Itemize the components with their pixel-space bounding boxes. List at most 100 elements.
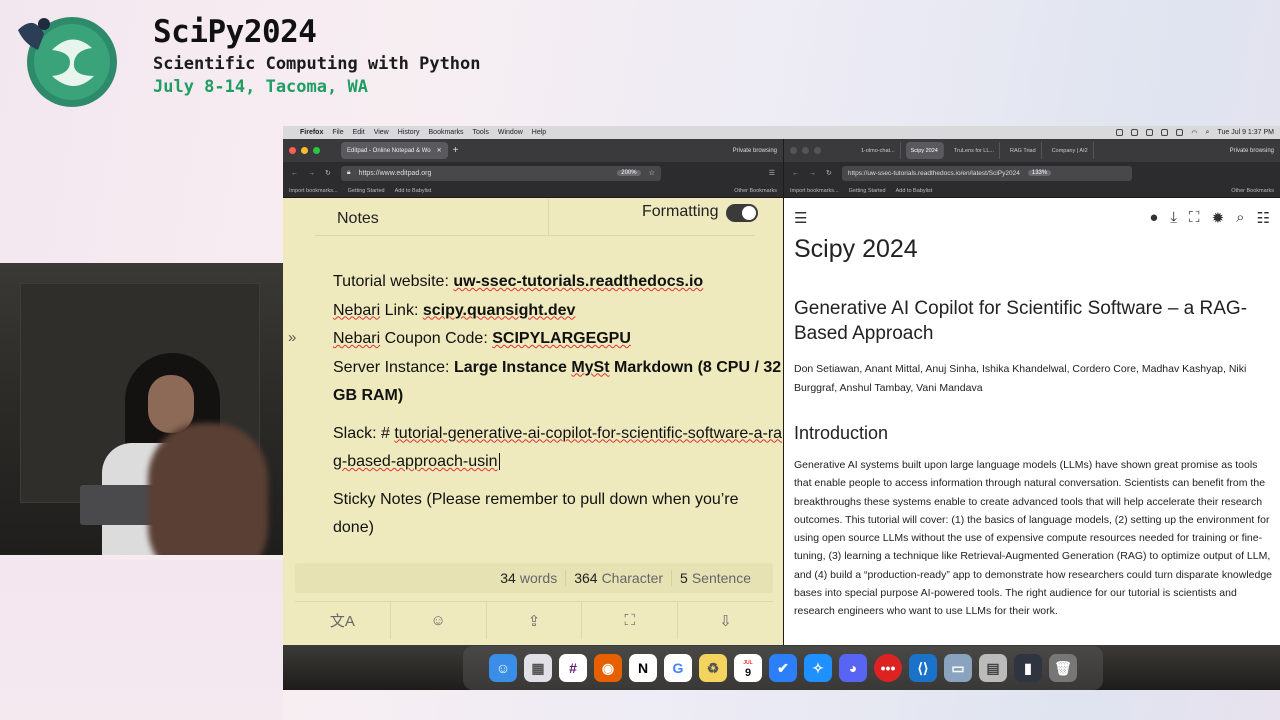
files-icon[interactable]: ▤	[979, 654, 1007, 682]
status-icon[interactable]	[1131, 129, 1139, 136]
menu-help[interactable]: Help	[532, 129, 546, 136]
recycle-icon[interactable]: ♻	[699, 654, 727, 682]
bookmark-item[interactable]: Getting Started	[849, 188, 886, 194]
search-icon[interactable]: ⌕	[1206, 129, 1210, 137]
tab-title: Editpad - Online Notepad & Wo	[347, 147, 431, 154]
slack-icon[interactable]: #	[559, 654, 587, 682]
download-icon[interactable]: ⇩	[677, 602, 773, 639]
wifi-icon[interactable]: ◠	[1191, 129, 1197, 137]
right-nav-bar: ← → ↻ https://uw-ssec-tutorials.readthed…	[784, 162, 1280, 184]
chrome-icon[interactable]: G	[664, 654, 692, 682]
notion-icon[interactable]: N	[629, 654, 657, 682]
status-icon[interactable]	[1116, 129, 1124, 136]
firefox-icon[interactable]: ◉	[594, 654, 622, 682]
tab-scipy[interactable]: Scipy 2024	[905, 142, 944, 159]
menu-bookmarks[interactable]: Bookmarks	[429, 129, 464, 136]
new-tab-icon[interactable]: +	[453, 145, 459, 156]
tab-company[interactable]: Company | AI2	[1047, 142, 1094, 159]
url-bar[interactable]: 🔒︎ https://www.editpad.org 200% ☆	[340, 165, 661, 181]
menu-edit[interactable]: Edit	[353, 129, 365, 136]
launchpad-icon[interactable]: ▦	[524, 654, 552, 682]
status-icon[interactable]	[1161, 129, 1169, 136]
other-bookmarks[interactable]: Other Bookmarks	[734, 188, 783, 194]
menu-window[interactable]: Window	[498, 129, 523, 136]
close-window-button[interactable]	[790, 147, 797, 154]
upload-icon[interactable]: ⇪	[485, 602, 582, 639]
terminal-icon[interactable]: ▮	[1014, 654, 1042, 682]
tab-rag-triad[interactable]: RAG Triad	[1005, 142, 1042, 159]
tab-olmo[interactable]: 1-olmo-chat...	[856, 142, 901, 159]
url-bar[interactable]: https://uw-ssec-tutorials.readthedocs.io…	[841, 165, 1132, 181]
bookmark-item[interactable]: Add to Babylist	[896, 188, 933, 194]
note-line: Server Instance: Large Instance MySt Mar…	[333, 358, 782, 405]
bookmark-item[interactable]: Add to Babylist	[395, 188, 432, 194]
scipy-logo	[18, 17, 117, 107]
formatting-toggle[interactable]	[726, 204, 758, 222]
expand-sidebar-icon[interactable]: »	[288, 329, 296, 346]
fullscreen-icon[interactable]: ⛶	[581, 602, 677, 639]
tab-editpad[interactable]: Editpad - Online Notepad & Wo ✕	[341, 142, 448, 159]
zoom-level[interactable]: 133%	[1027, 170, 1052, 176]
close-window-button[interactable]	[289, 147, 296, 154]
editor-toolbar: 文A ☺ ⇪ ⛶ ⇩	[295, 601, 773, 639]
trash-icon[interactable]: 🗑︎	[1049, 654, 1077, 682]
status-icon[interactable]	[1176, 129, 1184, 136]
other-bookmarks[interactable]: Other Bookmarks	[1231, 188, 1280, 194]
status-icon[interactable]	[1146, 129, 1154, 136]
reload-icon[interactable]: ↻	[325, 169, 331, 177]
left-nav-bar: ← → ↻ 🔒︎ https://www.editpad.org 200% ☆ …	[283, 162, 783, 184]
note-line: Slack: # tutorial-generative-ai-copilot-…	[333, 424, 783, 470]
conference-subtitle: Scientific Computing with Python	[153, 54, 481, 74]
dots-app-icon[interactable]: •••	[874, 654, 902, 682]
extensions-icon[interactable]: ☰	[769, 169, 775, 177]
tab-trulens[interactable]: TruLens for LL...	[949, 142, 1000, 159]
notes-editor[interactable]: Tutorial website: uw-ssec-tutorials.read…	[333, 268, 783, 543]
coupon-code: SCIPYLARGEGPU	[492, 330, 631, 347]
maximize-window-button[interactable]	[313, 147, 320, 154]
right-tab-bar: 1-olmo-chat... Scipy 2024 TruLens for LL…	[784, 139, 1280, 162]
reload-icon[interactable]: ↻	[826, 169, 832, 177]
menu-tools[interactable]: Tools	[473, 129, 489, 136]
maximize-window-button[interactable]	[814, 147, 821, 154]
star-icon[interactable]: ☆	[649, 169, 655, 177]
zoom-level[interactable]: 200%	[617, 170, 641, 176]
menu-icon[interactable]: ☰	[794, 209, 807, 227]
private-browsing-label: Private browsing	[1229, 147, 1274, 154]
github-icon[interactable]: ●	[1149, 209, 1158, 227]
toc-icon[interactable]: ☷	[1257, 209, 1270, 227]
menu-file[interactable]: File	[332, 129, 343, 136]
back-icon[interactable]: ←	[291, 170, 298, 177]
vscode-icon[interactable]: ⟨⟩	[909, 654, 937, 682]
minimize-window-button[interactable]	[301, 147, 308, 154]
bookmark-item[interactable]: Import bookmarks...	[790, 188, 839, 194]
finder-icon[interactable]: ☺	[489, 654, 517, 682]
emoji-icon[interactable]: ☺	[389, 602, 486, 639]
theme-icon[interactable]: ✹	[1212, 209, 1225, 227]
close-tab-icon[interactable]: ✕	[437, 147, 442, 154]
menubar-app-name[interactable]: Firefox	[300, 129, 323, 136]
bookmark-item[interactable]: Import bookmarks...	[289, 188, 338, 194]
menu-history[interactable]: History	[398, 129, 420, 136]
translate-icon[interactable]: 文A	[295, 602, 390, 639]
minimize-window-button[interactable]	[802, 147, 809, 154]
bookmark-item[interactable]: Getting Started	[348, 188, 385, 194]
download-icon[interactable]: ⤓	[1170, 209, 1177, 227]
macos-menubar: Firefox File Edit View History Bookmarks…	[283, 126, 1280, 139]
tutorial-heading: Generative AI Copilot for Scientific Sof…	[794, 298, 1248, 344]
menubar-clock[interactable]: Tue Jul 9 1:37 PM	[1217, 129, 1274, 136]
back-icon[interactable]: ←	[792, 170, 799, 177]
discord-icon[interactable]: ◕	[839, 654, 867, 682]
forward-icon[interactable]: →	[809, 170, 816, 177]
docs-content: Scipy 2024 Generative AI Copilot for Sci…	[794, 235, 1274, 621]
conference-dates: July 8-14, Tacoma, WA	[153, 77, 368, 97]
calendar-icon[interactable]: JUL 9	[734, 654, 762, 682]
forward-icon[interactable]: →	[308, 170, 315, 177]
safari-icon[interactable]: ✧	[804, 654, 832, 682]
search-icon[interactable]: ⌕	[1236, 209, 1244, 227]
preview-icon[interactable]: ▭	[944, 654, 972, 682]
left-tab-bar: Editpad - Online Notepad & Wo ✕ + Privat…	[283, 139, 783, 162]
fullscreen-icon[interactable]: ⛶	[1189, 209, 1200, 227]
notes-tab[interactable]: Notes	[337, 210, 379, 228]
menu-view[interactable]: View	[374, 129, 389, 136]
todo-icon[interactable]: ✔	[769, 654, 797, 682]
